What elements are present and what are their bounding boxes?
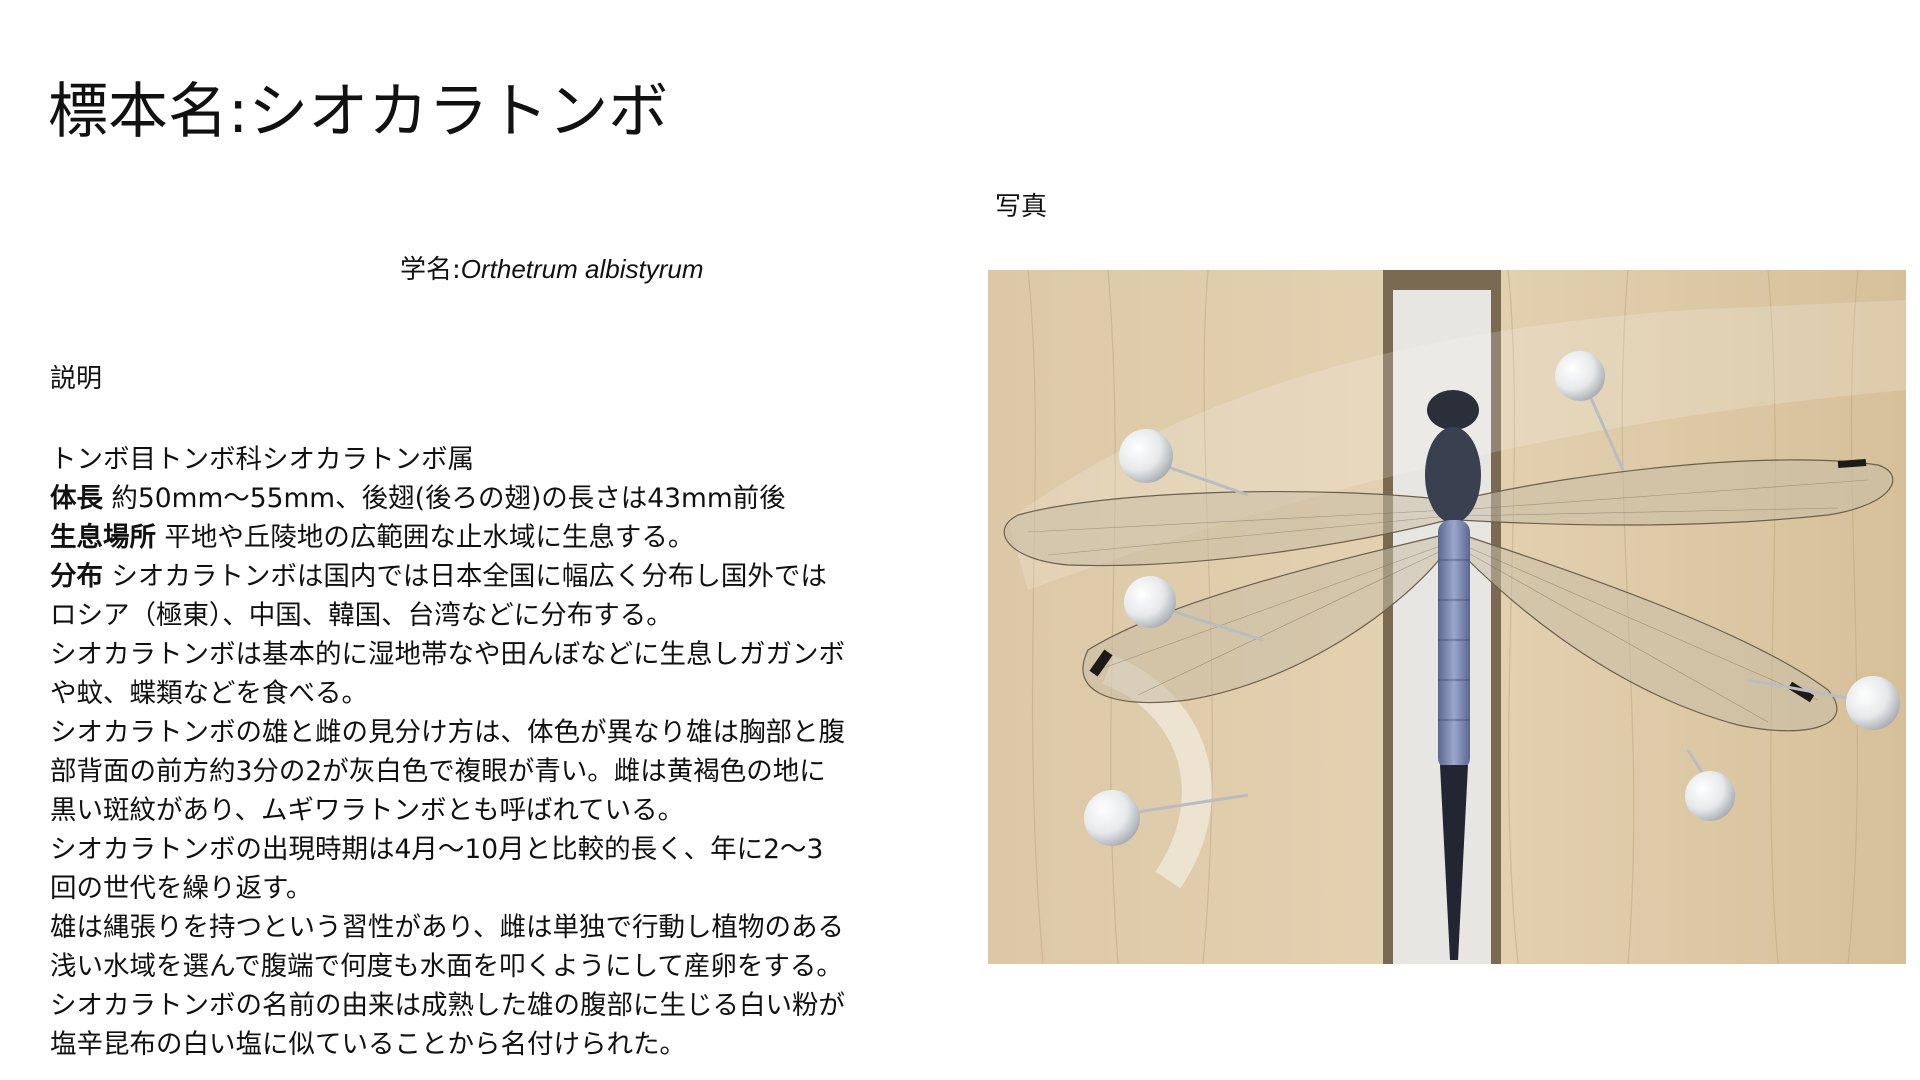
paragraph-line: シオカラトンボの出現時期は4月〜10月と比較的長く、年に2〜3 [50, 834, 824, 865]
habitat-label: 生息場所 [50, 522, 156, 553]
habitat-line: 生息場所 平地や丘陵地の広範囲な止水域に生息する。 [50, 518, 950, 557]
dragonfly-specimen-image [988, 270, 1906, 964]
dragonfly-abdomen [1438, 520, 1470, 770]
paragraph-line: 浅い水域を選んで腹端で何度も水面を叩くようにして産卵をする。 [50, 951, 843, 982]
dragonfly-thorax [1425, 427, 1481, 523]
page-title: 標本名:シオカラトンボ [48, 77, 669, 147]
paragraph-line: 回の世代を繰り返す。 [50, 873, 313, 904]
paragraph-line: シオカラトンボは基本的に湿地帯なや田んぼなどに生息しガガンボ [50, 639, 845, 670]
specimen-photo [988, 270, 1906, 964]
pin-head [1084, 790, 1140, 846]
scientific-name-latin: Orthetrum albistyrum [460, 254, 704, 284]
distribution-label: 分布 [50, 561, 103, 592]
paragraph-line: シオカラトンボの雄と雌の見分け方は、体色が異なり雄は胸部と腹 [50, 717, 845, 748]
distribution-line: 分布 シオカラトンボは国内では日本全国に幅広く分布し国外では [50, 557, 950, 596]
distribution-text-1: シオカラトンボは国内では日本全国に幅広く分布し国外では [103, 561, 827, 592]
pin-head [1846, 676, 1900, 730]
distribution-line-2: ロシア（極東）、中国、韓国、台湾などに分布する。 [50, 600, 673, 631]
description-heading: 説明 [50, 364, 103, 394]
pin-head [1124, 576, 1176, 628]
paragraph-line: や蚊、蝶類などを食べる。 [50, 678, 368, 709]
habitat-text: 平地や丘陵地の広範囲な止水域に生息する。 [156, 522, 695, 553]
pin-head [1685, 771, 1735, 821]
paragraph-line: 塩辛昆布の白い塩に似ていることから名付けられた。 [50, 1029, 686, 1060]
body-length-line: 体長 約50mm〜55mm、後翅(後ろの翅)の長さは43mm前後 [50, 479, 950, 518]
paragraph-line: 雄は縄張りを持つという習性があり、雌は単独で行動し植物のある [50, 912, 844, 943]
paragraph-line: シオカラトンボの名前の由来は成熟した雄の腹部に生じる白い粉が [50, 990, 845, 1021]
classification-line: トンボ目トンボ科シオカラトンボ属 [50, 444, 474, 475]
paragraph-line: 部背面の前方約3分の2が灰白色で複眼が青い。雌は黄褐色の地に [50, 756, 826, 787]
pin-head [1555, 351, 1605, 401]
body-length-label: 体長 [50, 483, 103, 514]
body-length-text: 約50mm〜55mm、後翅(後ろの翅)の長さは43mm前後 [103, 483, 786, 514]
description-body: トンボ目トンボ科シオカラトンボ属 体長 約50mm〜55mm、後翅(後ろの翅)の… [50, 440, 950, 1064]
paragraph-line: 黒い斑紋があり、ムギワラトンボとも呼ばれている。 [50, 795, 685, 826]
dragonfly-head [1427, 390, 1479, 430]
photo-label: 写真 [995, 192, 1048, 222]
pin-head [1119, 429, 1173, 483]
scientific-name-prefix: 学名: [400, 255, 461, 285]
scientific-name: 学名:Orthetrum albistyrum [400, 252, 704, 287]
